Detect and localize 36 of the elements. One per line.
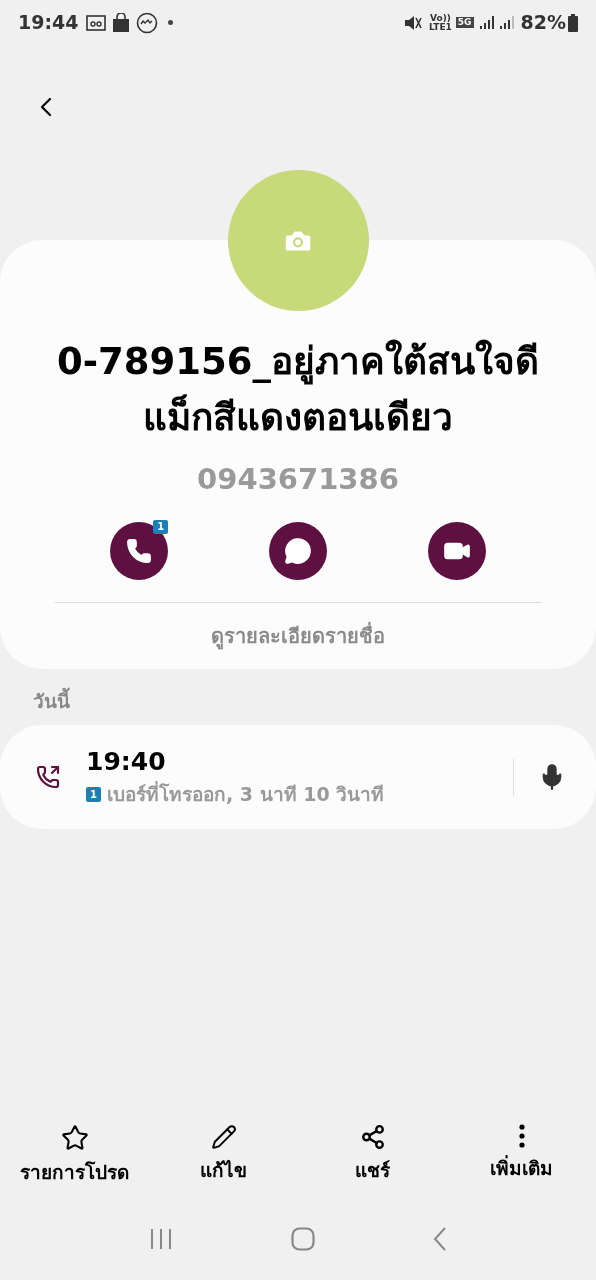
- contact-name: 0-789156_อยู่ภาคใต้สนใจดี: [56, 338, 540, 387]
- circle-app-icon: [136, 11, 159, 34]
- message-button[interactable]: [269, 521, 327, 580]
- volte-label: Vo)): [430, 13, 451, 23]
- shopping-bag-icon: [112, 12, 131, 33]
- toolbar-button[interactable]: แก้ไข: [153, 1124, 294, 1185]
- section-title: วันนี้: [33, 686, 71, 714]
- voicemail-icon: [86, 14, 107, 31]
- network-badge: 5G: [455, 17, 474, 28]
- call-time: 19:40: [86, 745, 167, 778]
- call-button[interactable]: 1: [110, 521, 169, 580]
- battery-icon: [568, 13, 578, 32]
- back-nav-icon[interactable]: [433, 1227, 447, 1251]
- outgoing-call-icon: [36, 765, 60, 789]
- share-icon: [359, 1124, 386, 1150]
- lte-label: LTE1: [429, 22, 452, 32]
- toolbar-button[interactable]: เพิ่มเติม: [451, 1124, 592, 1183]
- call-description: เบอร์ที่โทรออก, 3 นาที 10 วินาที: [106, 780, 385, 807]
- phone-icon: [126, 537, 153, 564]
- status-time: 19:44: [18, 10, 79, 36]
- signal-icon: [478, 14, 495, 31]
- sim-badge: 1: [86, 786, 101, 802]
- recent-apps-icon[interactable]: [149, 1228, 173, 1250]
- contact-name: แม็กสีแดงตอนเดียว: [143, 393, 453, 441]
- sim-badge: 1: [153, 519, 169, 534]
- home-icon[interactable]: [291, 1227, 315, 1251]
- phone-number: 0943671386: [197, 461, 399, 498]
- signal-icon: [498, 14, 515, 31]
- call-log-row[interactable]: 19:40 1 เบอร์ที่โทรออก, 3 นาที 10 วินาที: [0, 725, 596, 829]
- chat-bubble-icon: [284, 536, 312, 565]
- star-icon: [60, 1124, 89, 1152]
- battery-percent: 82%: [520, 10, 566, 36]
- toolbar-button[interactable]: แชร์: [302, 1124, 443, 1185]
- pencil-icon: [210, 1124, 237, 1150]
- toolbar-button[interactable]: รายการโปรด: [4, 1124, 145, 1187]
- more-options-icon: [518, 1124, 525, 1148]
